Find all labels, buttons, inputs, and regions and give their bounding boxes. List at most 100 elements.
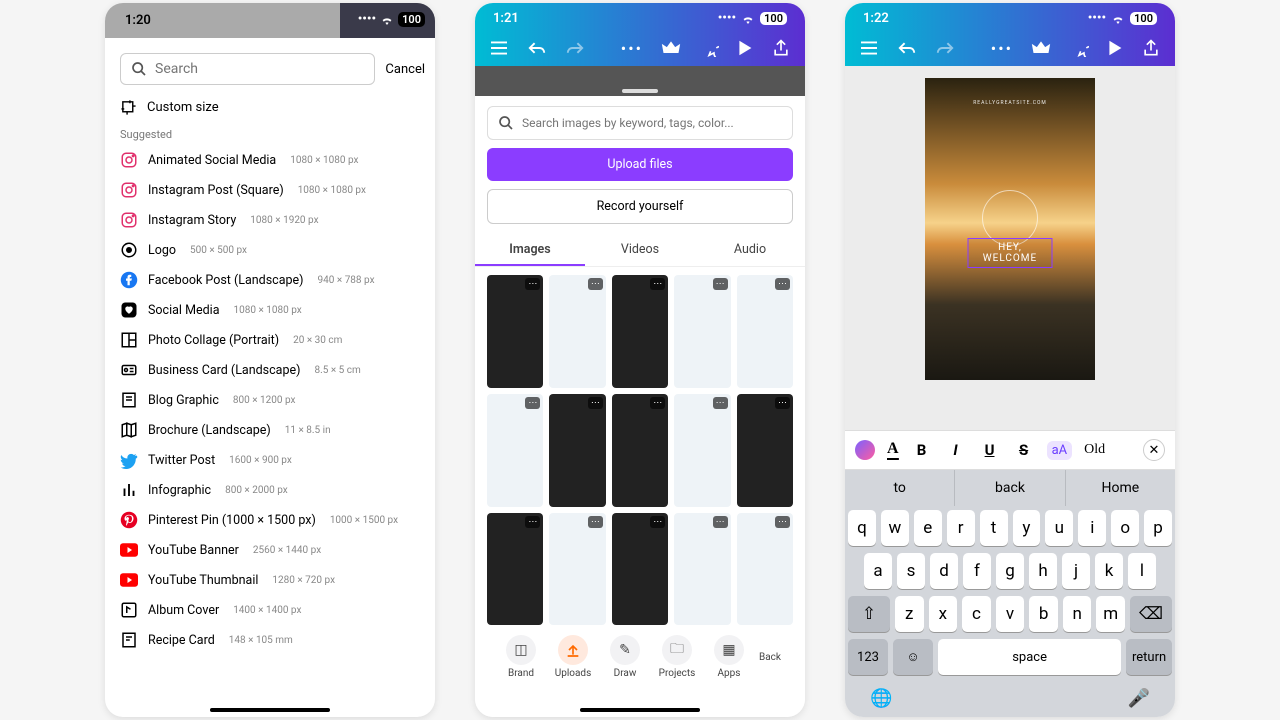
upload-thumbnail[interactable] <box>737 275 793 388</box>
tab-videos[interactable]: Videos <box>585 235 695 266</box>
play-icon[interactable] <box>1107 39 1123 57</box>
upload-thumbnail[interactable] <box>549 394 605 507</box>
emoji-key[interactable]: ☺ <box>893 639 933 675</box>
upload-thumbnail[interactable] <box>674 275 730 388</box>
search-field[interactable] <box>120 53 375 85</box>
design-type-row[interactable]: YouTube Thumbnail1280 × 720 px <box>120 565 420 595</box>
comment-icon[interactable] <box>699 39 719 57</box>
upload-thumbnail[interactable] <box>612 394 668 507</box>
return-key[interactable]: return <box>1126 639 1172 675</box>
image-search-input[interactable] <box>522 116 782 130</box>
redo-icon[interactable] <box>565 40 585 56</box>
key-u[interactable]: u <box>1045 510 1073 546</box>
nav-back[interactable]: Back <box>755 652 785 663</box>
design-type-row[interactable]: Instagram Post (Square)1080 × 1080 px <box>120 175 420 205</box>
suggestion-3[interactable]: Home <box>1065 470 1175 506</box>
key-k[interactable]: k <box>1095 553 1123 589</box>
bold-button[interactable]: B <box>911 441 933 459</box>
key-y[interactable]: y <box>1013 510 1041 546</box>
home-indicator[interactable] <box>210 708 330 712</box>
key-n[interactable]: n <box>1063 596 1092 632</box>
upload-thumbnail[interactable] <box>612 513 668 626</box>
key-a[interactable]: a <box>864 553 892 589</box>
upload-files-button[interactable]: Upload files <box>487 148 793 181</box>
design-type-row[interactable]: Twitter Post1600 × 900 px <box>120 445 420 475</box>
home-indicator[interactable] <box>580 708 700 712</box>
design-type-row[interactable]: Social Media1080 × 1080 px <box>120 295 420 325</box>
key-s[interactable]: s <box>897 553 925 589</box>
design-page[interactable]: REALLYGREATSITE.COM HEY, WELCOME <box>925 78 1095 380</box>
undo-icon[interactable] <box>897 40 917 56</box>
case-button[interactable]: aA <box>1047 441 1073 460</box>
design-type-row[interactable]: Logo500 × 500 px <box>120 235 420 265</box>
nav-apps[interactable]: ▦Apps <box>703 635 755 679</box>
design-type-row[interactable]: YouTube Banner2560 × 1440 px <box>120 535 420 565</box>
tab-images[interactable]: Images <box>475 235 585 266</box>
key-c[interactable]: c <box>962 596 991 632</box>
close-toolbar-button[interactable]: ✕ <box>1143 439 1165 461</box>
tab-audio[interactable]: Audio <box>695 235 805 266</box>
design-type-row[interactable]: Business Card (Landscape)8.5 × 5 cm <box>120 355 420 385</box>
backspace-key[interactable]: ⌫ <box>1130 596 1172 632</box>
nav-brand[interactable]: ◫Brand <box>495 635 547 679</box>
italic-button[interactable]: I <box>945 441 967 459</box>
nav-draw[interactable]: ✎Draw <box>599 635 651 679</box>
design-type-row[interactable]: Infographic800 × 2000 px <box>120 475 420 505</box>
magic-icon[interactable] <box>855 440 875 460</box>
suggestion-2[interactable]: back <box>954 470 1064 506</box>
key-x[interactable]: x <box>929 596 958 632</box>
key-o[interactable]: o <box>1111 510 1139 546</box>
design-type-row[interactable]: Album Cover1400 × 1400 px <box>120 595 420 625</box>
design-type-row[interactable]: Recipe Card148 × 105 mm <box>120 625 420 655</box>
globe-key[interactable]: 🌐 <box>870 688 892 709</box>
design-type-row[interactable]: Photo Collage (Portrait)20 × 30 cm <box>120 325 420 355</box>
suggestion-1[interactable]: to <box>845 470 954 506</box>
custom-size-row[interactable]: Custom size <box>120 93 420 122</box>
design-type-row[interactable]: Pinterest Pin (1000 × 1500 px)1000 × 150… <box>120 505 420 535</box>
menu-icon[interactable] <box>489 40 509 56</box>
more-icon[interactable]: ••• <box>991 39 1013 58</box>
more-icon[interactable]: ••• <box>621 39 643 58</box>
key-h[interactable]: h <box>1029 553 1057 589</box>
key-f[interactable]: f <box>963 553 991 589</box>
key-g[interactable]: g <box>996 553 1024 589</box>
key-t[interactable]: t <box>980 510 1008 546</box>
design-type-row[interactable]: Facebook Post (Landscape)940 × 788 px <box>120 265 420 295</box>
key-r[interactable]: r <box>947 510 975 546</box>
design-type-row[interactable]: Blog Graphic800 × 1200 px <box>120 385 420 415</box>
design-type-row[interactable]: Animated Social Media1080 × 1080 px <box>120 145 420 175</box>
upload-thumbnail[interactable] <box>612 275 668 388</box>
key-z[interactable]: z <box>895 596 924 632</box>
key-q[interactable]: q <box>848 510 876 546</box>
record-yourself-button[interactable]: Record yourself <box>487 189 793 224</box>
nav-uploads[interactable]: Uploads <box>547 635 599 679</box>
upload-thumbnail[interactable] <box>487 513 543 626</box>
comment-icon[interactable] <box>1069 39 1089 57</box>
pro-crown-icon[interactable] <box>1031 39 1051 57</box>
upload-thumbnail[interactable] <box>487 275 543 388</box>
upload-thumbnail[interactable] <box>674 394 730 507</box>
key-j[interactable]: j <box>1062 553 1090 589</box>
undo-icon[interactable] <box>527 40 547 56</box>
nav-projects[interactable]: 🗀Projects <box>651 635 703 679</box>
share-icon[interactable] <box>1141 38 1161 58</box>
key-m[interactable]: m <box>1096 596 1125 632</box>
shift-key[interactable]: ⇧ <box>848 596 890 632</box>
redo-icon[interactable] <box>935 40 955 56</box>
upload-thumbnail[interactable] <box>487 394 543 507</box>
key-i[interactable]: i <box>1078 510 1106 546</box>
numbers-key[interactable]: 123 <box>848 639 888 675</box>
cancel-button[interactable]: Cancel <box>385 62 425 77</box>
share-icon[interactable] <box>771 38 791 58</box>
image-search-field[interactable] <box>487 106 793 140</box>
mic-key[interactable]: 🎤 <box>1128 688 1150 709</box>
menu-icon[interactable] <box>859 40 879 56</box>
font-preview[interactable]: Old <box>1084 442 1105 458</box>
key-v[interactable]: v <box>996 596 1025 632</box>
upload-thumbnail[interactable] <box>737 394 793 507</box>
space-key[interactable]: space <box>938 639 1121 675</box>
upload-thumbnail[interactable] <box>737 513 793 626</box>
strikethrough-button[interactable]: S <box>1013 441 1035 459</box>
key-l[interactable]: l <box>1128 553 1156 589</box>
text-color-button[interactable]: A <box>887 440 899 460</box>
